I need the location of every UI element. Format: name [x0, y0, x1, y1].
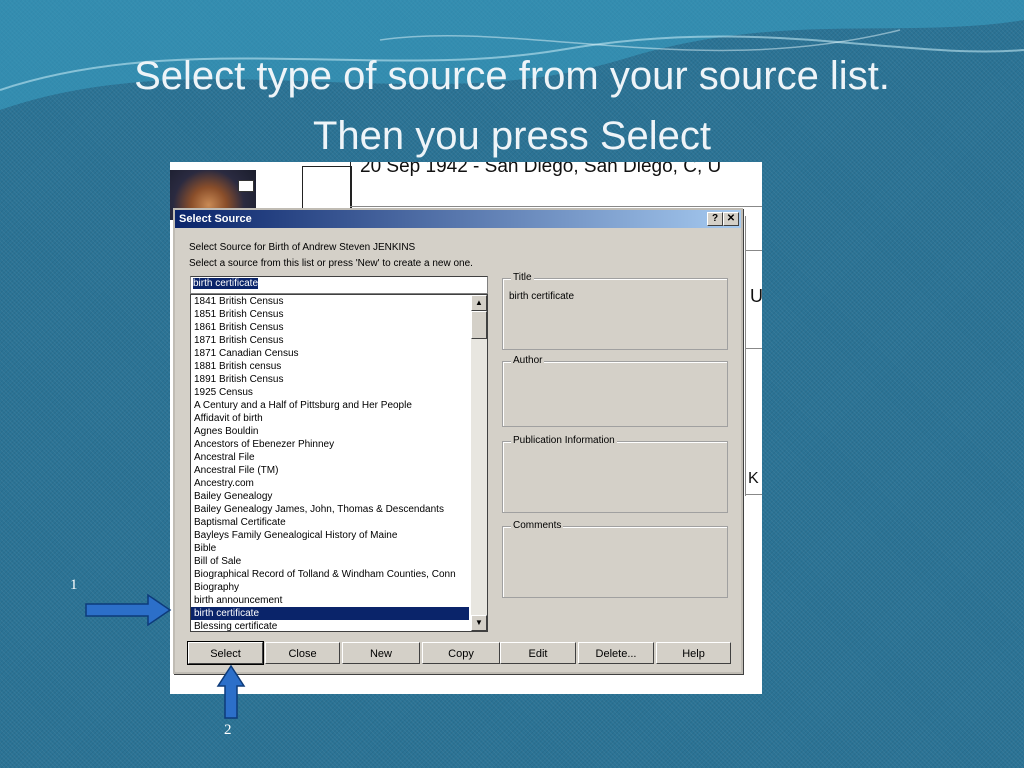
source-list-item[interactable]: A Century and a Half of Pittsburg and He… — [191, 399, 469, 412]
new-button[interactable]: New — [342, 642, 420, 664]
source-list-item[interactable]: Ancestral File (TM) — [191, 464, 469, 477]
source-search-input[interactable]: birth certificate — [190, 276, 488, 294]
source-list-item[interactable]: birth announcement — [191, 594, 469, 607]
source-list-item[interactable]: 1871 British Census — [191, 334, 469, 347]
dialog-title: Select Source — [179, 213, 252, 225]
scroll-thumb[interactable] — [471, 311, 487, 339]
slide-title: Select type of source from your source l… — [0, 46, 1024, 166]
copy-button[interactable]: Copy — [422, 642, 500, 664]
comments-group-label: Comments — [511, 520, 564, 531]
background-fragment-u: U — [750, 286, 762, 306]
close-button[interactable]: Close — [265, 642, 340, 664]
arrow-right-icon — [85, 593, 172, 627]
background-line — [350, 206, 762, 207]
source-list-item[interactable]: 1851 British Census — [191, 308, 469, 321]
edit-button[interactable]: Edit — [500, 642, 576, 664]
background-line — [745, 494, 762, 495]
help-button[interactable]: Help — [656, 642, 731, 664]
delete-button[interactable]: Delete... — [578, 642, 654, 664]
scroll-down-icon[interactable]: ▼ — [471, 615, 487, 631]
source-list-item[interactable]: Bailey Genealogy James, John, Thomas & D… — [191, 503, 469, 516]
dialog-titlebar[interactable]: Select Source ? ✕ — [175, 210, 741, 228]
select-source-dialog: Select Source ? ✕ Select Source for Birt… — [173, 208, 743, 674]
instruction-label-2: Select a source from this list or press … — [189, 258, 473, 269]
background-line — [745, 348, 762, 349]
background-event-text: 20 Sep 1942 - San Diego, San Diego, C, U — [360, 162, 722, 177]
source-list-item[interactable]: Bible — [191, 542, 469, 555]
source-list-item[interactable]: 1925 Census — [191, 386, 469, 399]
source-list-item[interactable]: Ancestral File — [191, 451, 469, 464]
source-list-item[interactable]: Ancestors of Ebenezer Phinney — [191, 438, 469, 451]
source-list-item[interactable]: Biography — [191, 581, 469, 594]
source-list-item[interactable]: birth certificate — [191, 607, 469, 620]
title-group: Title birth certificate — [502, 272, 728, 350]
background-divider — [350, 162, 351, 212]
callout-number-2: 2 — [224, 722, 232, 738]
background-fragment-k: K — [748, 470, 759, 487]
close-icon[interactable]: ✕ — [723, 212, 739, 226]
source-list-item[interactable]: Ancestry.com — [191, 477, 469, 490]
source-list-item[interactable]: 1891 British Census — [191, 373, 469, 386]
author-group-label: Author — [511, 355, 545, 366]
source-list-item[interactable]: Bailey Genealogy — [191, 490, 469, 503]
source-list-item[interactable]: Bayleys Family Genealogical History of M… — [191, 529, 469, 542]
title-group-label: Title — [511, 272, 534, 283]
source-list-item[interactable]: Agnes Bouldin — [191, 425, 469, 438]
source-list-item[interactable]: Baptismal Certificate — [191, 516, 469, 529]
comments-group: Comments — [502, 520, 728, 598]
author-group: Author — [502, 355, 728, 427]
source-list-item[interactable]: 1841 British Census — [191, 295, 469, 308]
source-list-item[interactable]: 1861 British Census — [191, 321, 469, 334]
source-list-item[interactable]: Bill of Sale — [191, 555, 469, 568]
source-list[interactable]: 1841 British Census 1851 British Census 18… — [190, 294, 488, 632]
background-line — [745, 216, 746, 496]
title-value: birth certificate — [509, 291, 575, 302]
scroll-up-icon[interactable]: ▲ — [471, 295, 487, 311]
source-list-item[interactable]: Affidavit of birth — [191, 412, 469, 425]
publication-group: Publication Information — [502, 435, 728, 513]
search-input-text: birth certificate — [193, 278, 259, 289]
select-button[interactable]: Select — [187, 641, 264, 665]
callout-number-1: 1 — [70, 577, 78, 593]
source-list-item[interactable]: Blessing certificate — [191, 620, 469, 631]
instruction-label-1: Select Source for Birth of Andrew Steven… — [189, 242, 416, 253]
help-icon[interactable]: ? — [707, 212, 723, 226]
source-list-item[interactable]: 1881 British census — [191, 360, 469, 373]
publication-group-label: Publication Information — [511, 435, 617, 446]
source-list-items: 1841 British Census 1851 British Census 18… — [191, 295, 487, 631]
arrow-up-icon — [216, 664, 246, 719]
source-list-scrollbar[interactable]: ▲ ▼ — [471, 295, 487, 631]
source-list-item[interactable]: 1871 Canadian Census — [191, 347, 469, 360]
slide-title-line-2: Then you press Select — [313, 114, 711, 158]
slide-title-line-1: Select type of source from your source l… — [134, 54, 890, 98]
source-list-item[interactable]: Biographical Record of Tolland & Windham… — [191, 568, 469, 581]
background-line — [745, 250, 762, 251]
photo-badge-icon — [238, 180, 254, 192]
